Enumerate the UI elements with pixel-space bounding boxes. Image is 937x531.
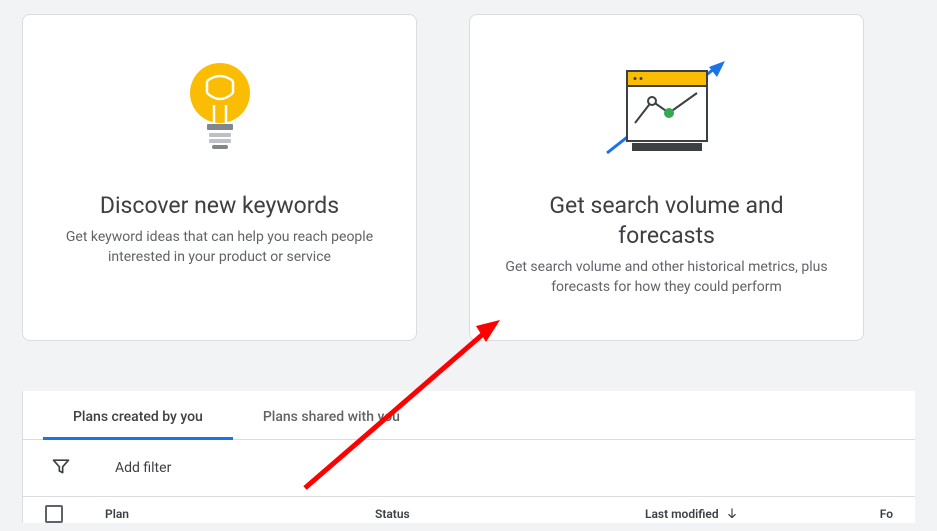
table-header-row: Plan Status Last modified Fo [23,497,915,523]
tab-plans-shared[interactable]: Plans shared with you [233,391,430,439]
plans-tabs: Plans created by you Plans shared with y… [23,391,915,440]
discover-card-title: Discover new keywords [100,191,339,221]
chart-illustration [597,51,737,171]
lightbulb-illustration [185,51,255,171]
select-all-checkbox[interactable] [45,505,63,523]
forecasts-card-desc: Get search volume and other historical m… [500,257,833,298]
column-header-plan[interactable]: Plan [105,507,375,521]
column-header-status[interactable]: Status [375,507,645,521]
add-filter-button[interactable]: Add filter [115,460,171,476]
last-modified-label: Last modified [645,507,719,521]
discover-card-desc: Get keyword ideas that can help you reac… [53,227,386,268]
forecasts-card[interactable]: Get search volume and forecasts Get sear… [469,14,864,341]
forecasts-card-title: Get search volume and forecasts [500,191,833,251]
column-header-last-modified[interactable]: Last modified [645,506,739,523]
discover-keywords-card[interactable]: Discover new keywords Get keyword ideas … [22,14,417,341]
filter-row: Add filter [23,440,915,497]
plans-section: Plans created by you Plans shared with y… [22,391,915,523]
filter-icon[interactable] [51,456,71,480]
tab-plans-created[interactable]: Plans created by you [43,391,233,439]
column-header-forecast[interactable]: Fo [880,507,893,521]
sort-arrow-down-icon [725,506,739,523]
